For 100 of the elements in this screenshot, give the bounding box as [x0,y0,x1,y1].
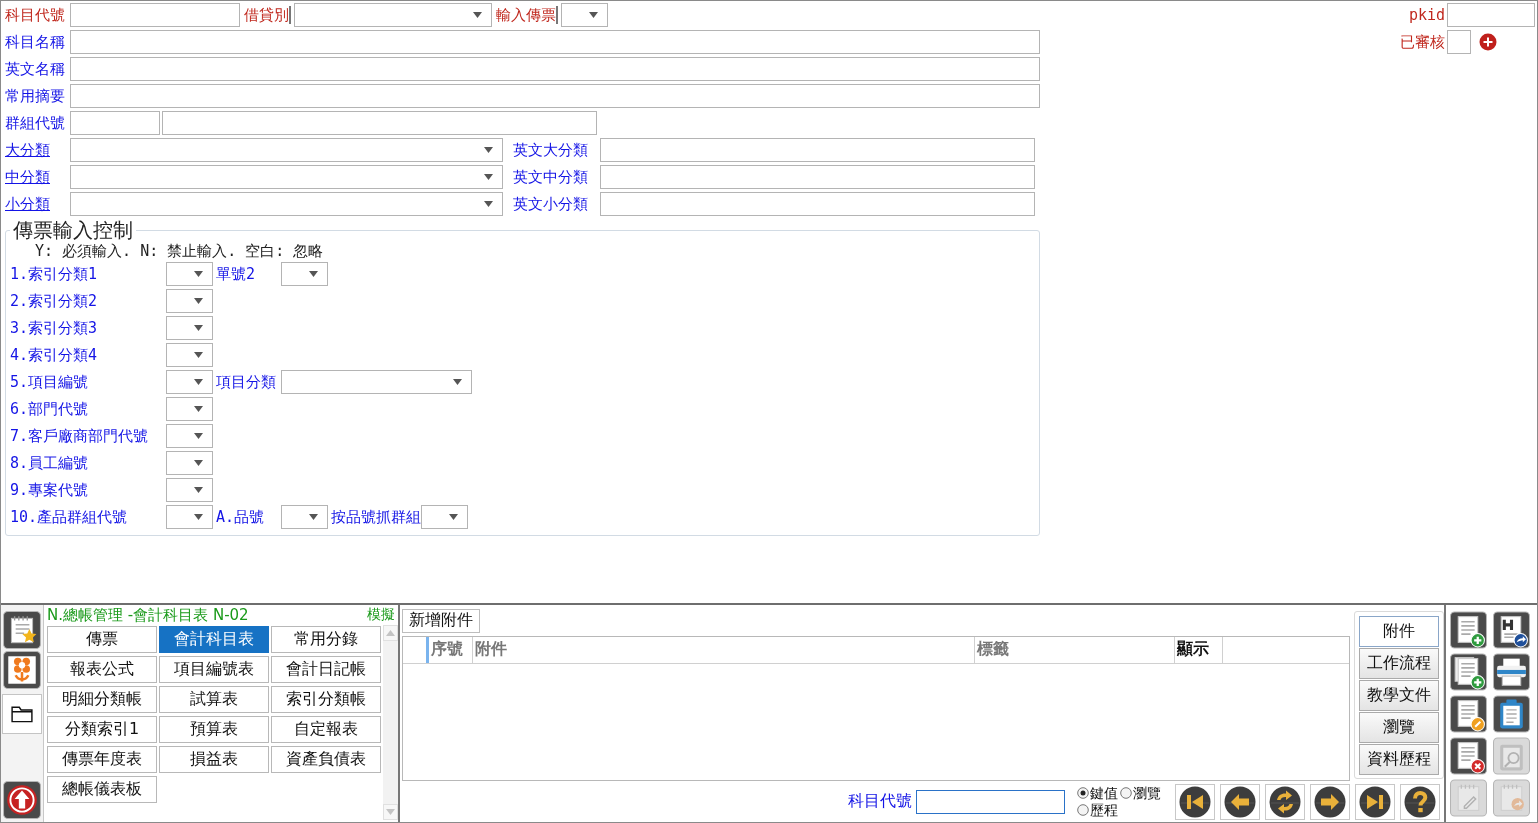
dropdown-field[interactable] [166,397,213,421]
input-field[interactable] [600,165,1035,189]
column-header[interactable]: 附件 [473,636,975,663]
dropdown-field[interactable] [281,370,472,394]
module-button[interactable]: 傳票年度表 [47,746,157,773]
field-link[interactable]: 中分類 [5,168,51,186]
dropdown-field[interactable] [166,262,213,286]
refresh-button[interactable] [1265,783,1305,820]
detail-tab[interactable]: 工作流程 [1359,648,1439,679]
module-button[interactable]: 損益表 [159,746,269,773]
document-wrench-icon [1450,695,1487,733]
field-label: 單號2 [216,265,257,283]
dropdown-field[interactable] [166,478,213,502]
caret-icon [484,174,493,180]
caret-icon [484,147,493,153]
detail-tab[interactable]: 瀏覽 [1359,712,1439,743]
module-button[interactable]: 索引分類帳 [271,686,381,713]
field-label: 科目名稱 [5,33,66,51]
caret-icon [194,325,203,331]
input-field[interactable] [70,30,1040,54]
detail-tab[interactable]: 資料歷程 [1359,744,1439,775]
dropdown-field[interactable] [70,192,503,216]
module-button[interactable]: 資產負債表 [271,746,381,773]
dropdown-field[interactable] [294,3,492,27]
caret-icon [194,433,203,439]
help-button[interactable] [1400,783,1440,820]
dropdown-field[interactable] [421,505,468,529]
radio-option[interactable]: 歷程 [1077,801,1118,819]
module-button[interactable]: 預算表 [159,716,269,743]
clipboard-icon [1493,695,1530,733]
input-field[interactable] [1447,30,1471,54]
field-label: 英文名稱 [5,60,66,78]
dropdown-field[interactable] [166,424,213,448]
document-arrow-button[interactable] [1493,611,1530,649]
skip-forward-icon [1359,785,1391,818]
module-button[interactable]: 試算表 [159,686,269,713]
previous-button[interactable] [1220,783,1260,820]
caret-icon [473,12,482,18]
column-header[interactable]: 顯示 [1175,636,1223,663]
dropdown-field[interactable] [281,505,328,529]
module-button[interactable]: 會計日記帳 [271,656,381,683]
input-field[interactable] [70,57,1040,81]
dropdown-field[interactable] [70,138,503,162]
dropdown-field[interactable] [166,505,213,529]
module-button[interactable]: 常用分錄 [271,626,381,653]
module-button[interactable]: 自定報表 [271,716,381,743]
side-tab[interactable] [2,694,42,734]
side-tab[interactable] [3,651,41,689]
caret-icon [194,271,203,277]
column-header[interactable]: 序號 [429,636,473,663]
dropdown-field[interactable] [70,165,503,189]
module-button[interactable]: 傳票 [47,626,157,653]
input-field[interactable] [600,138,1035,162]
dropdown-field[interactable] [166,316,213,340]
module-title: N.總帳管理 -會計科目表 N-02 [47,605,249,625]
first-button[interactable] [1175,783,1215,820]
next-button[interactable] [1310,783,1350,820]
column-header[interactable]: 標籤 [975,636,1175,663]
module-button[interactable]: 總帳儀表板 [47,776,157,803]
radio-option[interactable]: 鍵值 [1077,784,1118,802]
input-field[interactable] [1447,3,1535,27]
document-wrench-button[interactable] [1450,695,1487,733]
delete-document-button[interactable] [1450,737,1487,775]
field-label: 6.部門代號 [10,400,90,418]
dropdown-field[interactable] [281,262,328,286]
input-field[interactable] [162,111,597,135]
caret-icon [194,379,203,385]
add-document-button[interactable] [1450,611,1487,649]
copy-document-button[interactable] [1450,653,1487,691]
side-tab[interactable] [3,611,41,649]
add-attachment-button[interactable]: 新增附件 [402,609,480,633]
input-field[interactable] [70,3,240,27]
detail-tab[interactable]: 教學文件 [1359,680,1439,711]
field-label: A.品號 [216,508,266,526]
module-button[interactable]: 項目編號表 [159,656,269,683]
add-icon[interactable] [1479,33,1497,51]
input-field[interactable] [70,111,160,135]
module-button[interactable]: 明細分類帳 [47,686,157,713]
field-link[interactable]: 大分類 [5,141,51,159]
clipboard-button[interactable] [1493,695,1530,733]
module-button[interactable]: 分類索引1 [47,716,157,743]
radio-option[interactable]: 瀏覽 [1120,784,1161,802]
dropdown-field[interactable] [166,343,213,367]
arrow-right-icon [1314,785,1346,818]
search-label: 科目代號 [848,791,912,812]
dropdown-field[interactable] [166,451,213,475]
field-link[interactable]: 小分類 [5,195,51,213]
dropdown-field[interactable] [561,3,608,27]
scroll-top-button[interactable] [3,781,41,819]
detail-tab[interactable]: 附件 [1359,616,1439,647]
dropdown-field[interactable] [166,289,213,313]
dropdown-field[interactable] [166,370,213,394]
last-button[interactable] [1355,783,1395,820]
input-field[interactable] [70,84,1040,108]
search-field[interactable] [916,789,1065,814]
module-button[interactable]: 會計科目表 [159,626,269,653]
printer-button[interactable] [1493,653,1530,691]
module-button[interactable]: 報表公式 [47,656,157,683]
caret-icon [194,514,203,520]
input-field[interactable] [600,192,1035,216]
